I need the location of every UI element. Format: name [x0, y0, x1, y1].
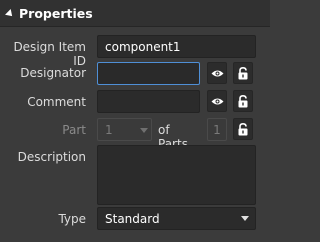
- comment-field[interactable]: [97, 90, 200, 113]
- part-chevron-down-icon: [140, 128, 148, 133]
- type-chevron-down-icon: [241, 216, 249, 221]
- eye-icon: [211, 70, 223, 76]
- eye-icon: [211, 98, 223, 104]
- designator-label: Designator: [20, 66, 86, 80]
- designator-lock-button[interactable]: [233, 62, 253, 84]
- type-label: Type: [58, 212, 86, 226]
- properties-header[interactable]: Properties: [0, 0, 270, 27]
- designator-visibility-button[interactable]: [207, 62, 227, 84]
- lock-icon: [238, 122, 248, 135]
- design-item-id-label: Design Item ID: [13, 40, 86, 68]
- part-value: 1: [105, 122, 113, 137]
- comment-visibility-button[interactable]: [207, 90, 227, 112]
- design-item-id-field[interactable]: component1: [97, 35, 256, 58]
- description-label: Description: [17, 150, 86, 164]
- part-lock-button[interactable]: [233, 118, 253, 140]
- of-parts-value: 1: [213, 122, 221, 137]
- design-item-id-value: component1: [105, 39, 181, 54]
- part-select[interactable]: 1: [97, 118, 152, 141]
- of-parts-field: 1: [207, 118, 227, 141]
- lock-icon: [238, 94, 248, 107]
- collapse-caret-icon[interactable]: [5, 8, 15, 19]
- lock-icon: [238, 66, 248, 79]
- description-textarea[interactable]: [97, 145, 256, 205]
- type-select[interactable]: Standard: [97, 207, 256, 230]
- type-value: Standard: [105, 211, 160, 226]
- part-label: Part: [62, 123, 86, 137]
- designator-field[interactable]: [97, 62, 200, 85]
- comment-label: Comment: [27, 95, 86, 109]
- comment-lock-button[interactable]: [233, 90, 253, 112]
- properties-title: Properties: [19, 5, 93, 21]
- properties-panel: Properties Design Item ID component1 Des…: [0, 0, 270, 242]
